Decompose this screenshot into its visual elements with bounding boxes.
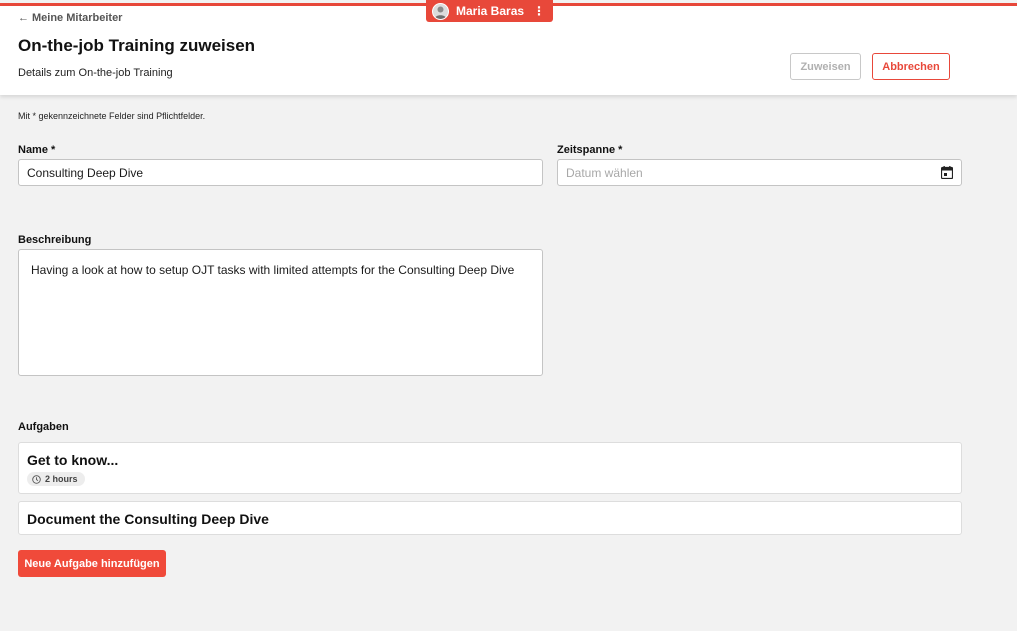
name-input[interactable] bbox=[18, 159, 543, 186]
tasks-label: Aufgaben bbox=[18, 421, 69, 433]
back-link-label: Meine Mitarbeiter bbox=[32, 12, 123, 24]
clock-icon bbox=[32, 474, 41, 484]
description-textarea[interactable]: Having a look at how to setup OJT tasks … bbox=[18, 249, 543, 376]
task-title: Get to know... bbox=[27, 452, 119, 468]
period-label: Zeitspanne * bbox=[557, 144, 623, 156]
period-field bbox=[557, 159, 962, 186]
page-subtitle: Details zum On-the-job Training bbox=[18, 67, 173, 79]
name-label: Name * bbox=[18, 144, 56, 156]
description-label: Beschreibung bbox=[18, 234, 92, 246]
period-input[interactable] bbox=[557, 159, 962, 186]
task-card[interactable]: Get to know... 2 hours bbox=[18, 442, 962, 494]
arrow-left-icon: ← bbox=[18, 12, 29, 24]
cancel-button[interactable]: Abbrechen bbox=[872, 53, 950, 80]
user-menu[interactable]: Maria Baras ⋮ bbox=[426, 0, 553, 22]
add-task-button[interactable]: Neue Aufgabe hinzufügen bbox=[18, 550, 166, 577]
duration-text: 2 hours bbox=[45, 474, 78, 484]
task-title: Document the Consulting Deep Dive bbox=[27, 511, 269, 527]
user-name: Maria Baras bbox=[456, 4, 525, 18]
calendar-icon[interactable] bbox=[941, 166, 953, 179]
kebab-menu-icon[interactable]: ⋮ bbox=[533, 4, 545, 18]
duration-badge: 2 hours bbox=[27, 472, 85, 486]
task-card[interactable]: Document the Consulting Deep Dive bbox=[18, 501, 962, 535]
page-title: On-the-job Training zuweisen bbox=[18, 36, 256, 55]
assign-button[interactable]: Zuweisen bbox=[790, 53, 861, 80]
required-fields-note: Mit * gekennzeichnete Felder sind Pflich… bbox=[18, 111, 206, 121]
avatar bbox=[432, 2, 449, 20]
back-link[interactable]: ← Meine Mitarbeiter bbox=[18, 12, 122, 24]
